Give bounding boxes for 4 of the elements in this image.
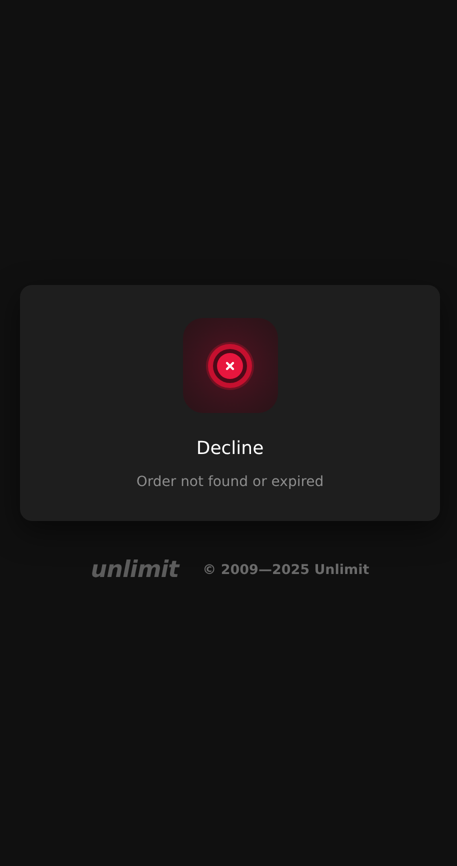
status-message: Order not found or expired — [136, 473, 324, 492]
copyright-text: © 2009—2025 Unlimit — [202, 561, 370, 580]
logo: unlimit — [90, 556, 179, 585]
status-title: Decline — [196, 437, 264, 461]
